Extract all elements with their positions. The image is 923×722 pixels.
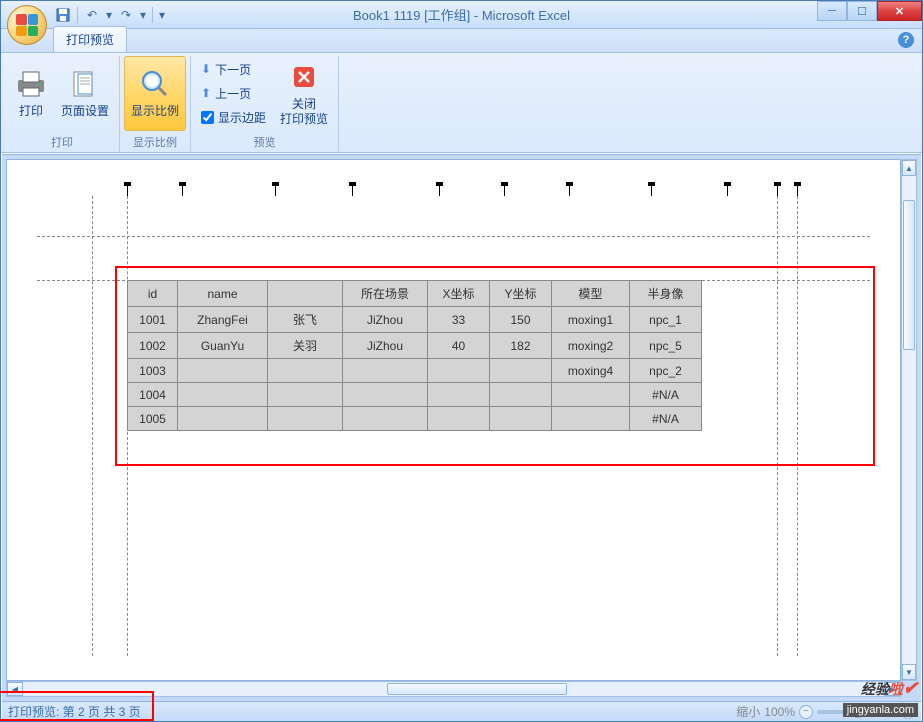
maximize-icon: ☐	[857, 5, 867, 18]
header-model: 模型	[552, 281, 630, 307]
arrow-up-icon: ⬆	[201, 86, 211, 100]
status-bar: 打印预览: 第 2 页 共 3 页 缩小 100% − +	[2, 701, 921, 721]
margin-marker[interactable]	[777, 186, 778, 196]
help-icon: ?	[903, 34, 910, 46]
table-header-row: id name 所在场景 X坐标 Y坐标 模型 半身像	[128, 281, 702, 307]
margin-marker[interactable]	[727, 186, 728, 196]
margin-guide[interactable]	[92, 196, 93, 656]
margin-marker[interactable]	[275, 186, 276, 196]
header-x: X坐标	[428, 281, 490, 307]
horizontal-ruler	[7, 160, 900, 196]
header-scene: 所在场景	[343, 281, 428, 307]
header-cn	[268, 281, 343, 307]
app-window: ↶ ▾ ↷ ▾ ▾ Book1 1119 [工作组] - Microsoft E…	[0, 0, 923, 722]
undo-dropdown[interactable]: ▾	[104, 5, 114, 25]
show-margins-checkbox[interactable]: 显示边距	[197, 106, 270, 128]
ribbon-group-zoom: 显示比例 显示比例	[120, 56, 191, 152]
watermark-logo: 经验啦✔	[861, 678, 918, 699]
next-page-button[interactable]: ⬇ 下一页	[197, 58, 270, 80]
title-bar: ↶ ▾ ↷ ▾ ▾ Book1 1119 [工作组] - Microsoft E…	[1, 1, 922, 29]
header-id: id	[128, 281, 178, 307]
header-name: name	[178, 281, 268, 307]
page-setup-button[interactable]: 页面设置	[55, 56, 115, 131]
margin-marker[interactable]	[504, 186, 505, 196]
maximize-button[interactable]: ☐	[847, 1, 877, 21]
header-avatar: 半身像	[630, 281, 702, 307]
table-row: 1001 ZhangFei 张飞 JiZhou 33 150 moxing1 n…	[128, 307, 702, 333]
undo-icon: ↶	[87, 8, 97, 22]
ribbon-tabs: 打印预览 ?	[1, 29, 922, 53]
preview-area: id name 所在场景 X坐标 Y坐标 模型 半身像 1001	[2, 154, 921, 701]
zoom-button[interactable]: 显示比例	[124, 56, 186, 131]
office-button[interactable]	[7, 5, 47, 45]
close-button[interactable]: ✕	[877, 1, 922, 21]
vertical-scrollbar[interactable]: ▲ ▼	[901, 159, 917, 681]
horizontal-scroll-thumb[interactable]	[387, 683, 567, 695]
margin-guide[interactable]	[37, 236, 870, 237]
header-y: Y坐标	[490, 281, 552, 307]
ribbon: 打印 页面设置 打印 显示比例 显	[1, 53, 922, 153]
zoom-percent: 100%	[764, 705, 795, 719]
save-icon	[56, 8, 70, 22]
redo-dropdown[interactable]: ▾	[138, 5, 148, 25]
watermark-url: jingyanla.com	[843, 703, 918, 717]
horizontal-scrollbar[interactable]: ◀ ▶	[6, 681, 901, 697]
ribbon-group-preview: ⬇ 下一页 ⬆ 上一页 显示边距 关闭 打	[191, 56, 339, 152]
close-icon: ✕	[895, 5, 904, 18]
zoom-label: 缩小	[736, 703, 760, 720]
table-row: 1003 moxing4 npc_2	[128, 359, 702, 383]
minimize-icon: ─	[828, 5, 836, 17]
data-table: id name 所在场景 X坐标 Y坐标 模型 半身像 1001	[127, 280, 702, 431]
arrow-down-icon: ⬇	[201, 62, 211, 76]
margin-marker[interactable]	[182, 186, 183, 196]
margin-marker[interactable]	[797, 186, 798, 196]
preview-scroll-container[interactable]: id name 所在场景 X坐标 Y坐标 模型 半身像 1001	[6, 159, 901, 681]
printer-icon	[15, 68, 47, 100]
zoom-out-button[interactable]: −	[799, 705, 813, 719]
vertical-scroll-thumb[interactable]	[903, 200, 915, 350]
office-logo-icon	[16, 14, 38, 36]
undo-button[interactable]: ↶	[82, 5, 102, 25]
check-icon: ✔	[903, 678, 918, 698]
margin-marker[interactable]	[651, 186, 652, 196]
scroll-left-button[interactable]: ◀	[7, 682, 23, 696]
save-button[interactable]	[53, 5, 73, 25]
page-setup-icon	[69, 68, 101, 100]
margin-marker[interactable]	[352, 186, 353, 196]
table-row: 1004 #N/A	[128, 383, 702, 407]
magnifier-icon	[139, 68, 171, 100]
table-row: 1002 GuanYu 关羽 JiZhou 40 182 moxing2 npc…	[128, 333, 702, 359]
margin-guide[interactable]	[797, 196, 798, 656]
qat-customize[interactable]: ▾	[157, 5, 167, 25]
margin-marker[interactable]	[439, 186, 440, 196]
redo-icon: ↷	[121, 8, 131, 22]
redo-button[interactable]: ↷	[116, 5, 136, 25]
minimize-button[interactable]: ─	[817, 1, 847, 21]
ribbon-group-print: 打印 页面设置 打印	[5, 56, 120, 152]
margin-guide[interactable]	[777, 196, 778, 656]
margin-marker[interactable]	[127, 186, 128, 196]
show-margins-input[interactable]	[201, 111, 214, 124]
status-page-info: 打印预览: 第 2 页 共 3 页	[8, 703, 736, 720]
table-row: 1005 #N/A	[128, 407, 702, 431]
help-button[interactable]: ?	[898, 32, 914, 48]
print-button[interactable]: 打印	[9, 56, 53, 131]
window-controls: ─ ☐ ✕	[817, 1, 922, 21]
close-preview-icon	[288, 61, 320, 93]
quick-access-toolbar: ↶ ▾ ↷ ▾ ▾	[53, 1, 167, 28]
prev-page-button[interactable]: ⬆ 上一页	[197, 82, 270, 104]
tab-print-preview[interactable]: 打印预览	[53, 26, 127, 52]
margin-marker[interactable]	[569, 186, 570, 196]
close-preview-button[interactable]: 关闭 打印预览	[274, 56, 334, 131]
scroll-up-button[interactable]: ▲	[902, 160, 916, 176]
preview-page: id name 所在场景 X坐标 Y坐标 模型 半身像 1001	[37, 196, 870, 656]
